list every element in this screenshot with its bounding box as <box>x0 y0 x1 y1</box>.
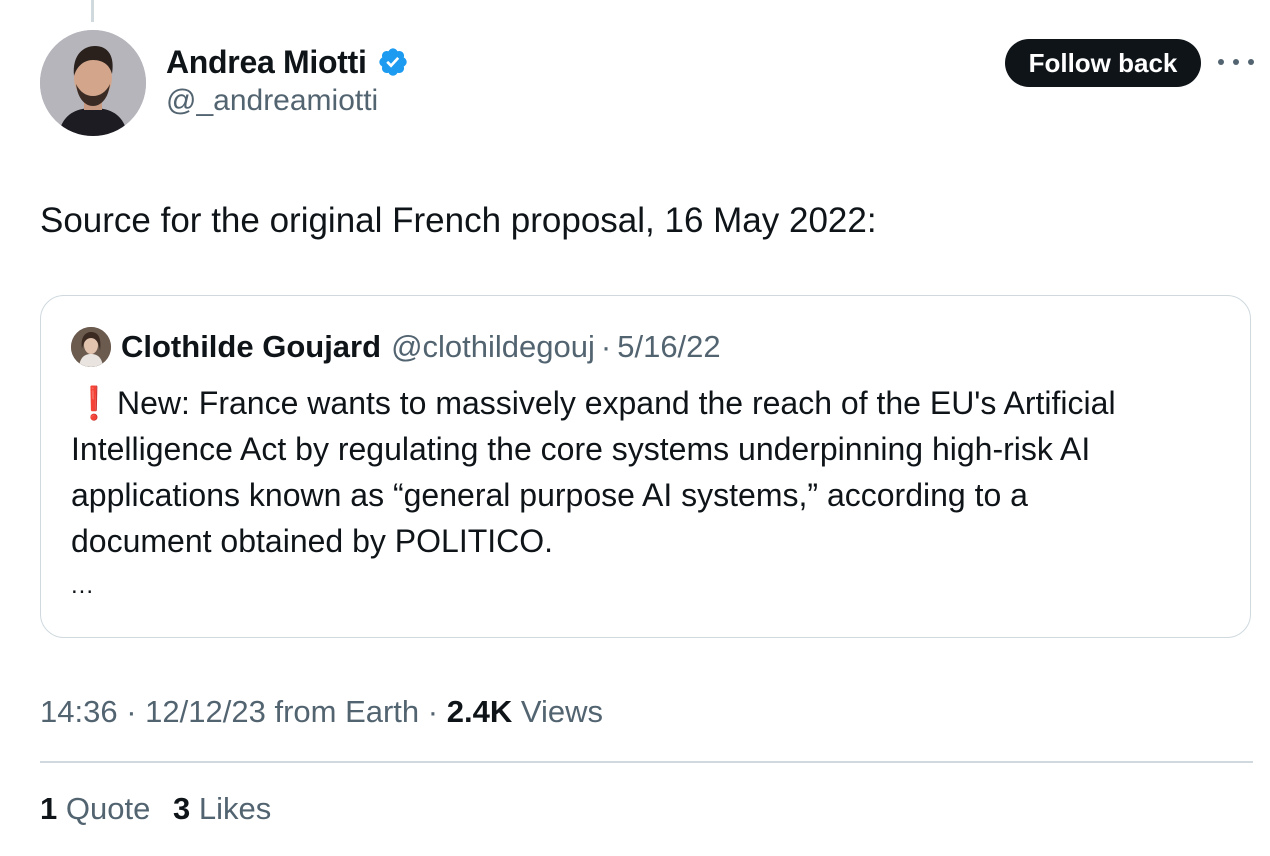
likes-stat[interactable]: 3 Likes <box>173 791 271 826</box>
quotes-label: Quote <box>65 791 151 826</box>
quoted-tweet-card[interactable]: Clothilde Goujard @clothildegouj · 5/16/… <box>40 295 1251 638</box>
meta-separator: · <box>126 694 137 729</box>
quoted-tweet-line: document obtained by POLITICO. <box>71 523 554 559</box>
truncation-ellipsis: ... <box>71 572 95 599</box>
quoted-author-name: Clothilde Goujard <box>121 329 382 364</box>
thread-connector-line <box>91 0 94 22</box>
engagement-stats: 1 Quote 3 Likes <box>40 786 285 832</box>
views-label[interactable]: Views <box>521 694 603 729</box>
quoted-tweet-body: ❗New: France wants to massively expand t… <box>71 380 1231 564</box>
verified-badge-icon[interactable] <box>377 46 409 78</box>
quotes-stat[interactable]: 1 Quote <box>40 791 150 826</box>
author-handle[interactable]: @_andreamiotti <box>166 84 378 118</box>
meta-separator: · <box>427 694 439 729</box>
tweet-time[interactable]: 14:36 <box>40 694 118 729</box>
tweet-date[interactable]: 12/12/23 <box>145 694 266 729</box>
quoted-tweet-line: Intelligence Act by regulating the core … <box>71 431 1091 467</box>
author-display-name[interactable]: Andrea Miotti <box>166 44 367 81</box>
quoted-tweet-header: Clothilde Goujard @clothildegouj · 5/16/… <box>71 326 721 368</box>
quoted-tweet-line: applications known as “general purpose A… <box>71 477 1028 513</box>
tweet-source: from Earth <box>274 694 420 729</box>
stats-divider <box>40 761 1253 763</box>
header-separator: · <box>600 329 612 364</box>
quoted-tweet-line: ❗New: France wants to massively expand t… <box>71 380 1231 426</box>
likes-label: Likes <box>198 791 272 826</box>
author-avatar[interactable] <box>40 30 146 136</box>
likes-count: 3 <box>172 791 191 826</box>
author-name-row: Andrea Miotti <box>166 40 409 84</box>
tweet-text: Source for the original French proposal,… <box>40 201 877 240</box>
exclamation-mark-icon: ❗ <box>74 385 114 421</box>
quoted-tweet-date: 5/16/22 <box>617 329 721 364</box>
tweet-metadata: 14:36 · 12/12/23 from Earth · 2.4K Views <box>40 690 603 734</box>
more-options-icon[interactable] <box>1218 48 1254 76</box>
quotes-count: 1 <box>40 791 58 826</box>
quoted-author-avatar <box>71 327 111 367</box>
quoted-author-handle: @clothildegouj <box>391 329 595 364</box>
follow-back-button[interactable]: Follow back <box>1005 39 1201 87</box>
views-count[interactable]: 2.4K <box>447 694 512 729</box>
